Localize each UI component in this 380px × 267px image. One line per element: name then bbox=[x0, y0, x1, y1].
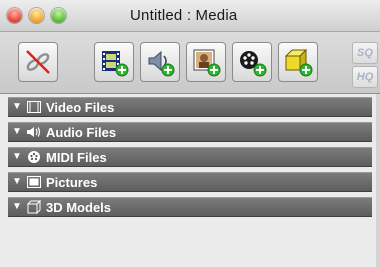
group-label: 3D Models bbox=[46, 199, 112, 215]
group-pictures[interactable]: ▼ Pictures bbox=[8, 172, 372, 192]
group-audio-files[interactable]: ▼ Audio Files bbox=[8, 122, 372, 142]
group-label: MIDI Files bbox=[46, 149, 107, 165]
quality-toggle: SQ HQ bbox=[352, 40, 380, 88]
hq-button[interactable]: HQ bbox=[352, 66, 378, 88]
add-picture-button[interactable] bbox=[186, 42, 226, 82]
group-midi-files[interactable]: ▼ MIDI Files bbox=[8, 147, 372, 167]
disclosure-triangle-icon[interactable]: ▼ bbox=[12, 152, 22, 162]
broken-link-icon bbox=[23, 47, 53, 77]
group-label: Video Files bbox=[46, 99, 115, 115]
remove-media-button[interactable] bbox=[18, 42, 58, 82]
close-button[interactable] bbox=[7, 8, 22, 23]
zoom-button[interactable] bbox=[51, 8, 66, 23]
add-midi-button[interactable] bbox=[232, 42, 272, 82]
speaker-add-icon bbox=[144, 46, 176, 78]
group-label: Pictures bbox=[46, 174, 98, 190]
media-list: ▼ Video Files ▼ Audio Files ▼ MIDI Files… bbox=[0, 94, 376, 267]
scrollbar[interactable] bbox=[376, 94, 380, 267]
add-audio-button[interactable] bbox=[140, 42, 180, 82]
cube-add-icon bbox=[282, 46, 314, 78]
midi-icon bbox=[26, 150, 42, 164]
group-3d-models[interactable]: ▼ 3D Models bbox=[8, 197, 372, 217]
picture-add-icon bbox=[190, 46, 222, 78]
toolbar: SQ HQ bbox=[0, 32, 380, 94]
title-bar[interactable]: Untitled : Media bbox=[0, 0, 380, 32]
group-video-files[interactable]: ▼ Video Files bbox=[8, 97, 372, 117]
disclosure-triangle-icon[interactable]: ▼ bbox=[12, 102, 22, 112]
cube-icon bbox=[26, 200, 42, 214]
disclosure-triangle-icon[interactable]: ▼ bbox=[12, 202, 22, 212]
add-3d-model-button[interactable] bbox=[278, 42, 318, 82]
sq-button[interactable]: SQ bbox=[352, 42, 378, 64]
add-video-button[interactable] bbox=[94, 42, 134, 82]
window-title: Untitled : Media bbox=[130, 7, 238, 24]
disclosure-triangle-icon[interactable]: ▼ bbox=[12, 127, 22, 137]
minimize-button[interactable] bbox=[29, 8, 44, 23]
media-window: Untitled : Media SQ HQ ▼ Video Files ▼ A… bbox=[0, 0, 380, 267]
speaker-icon bbox=[26, 125, 42, 139]
disclosure-triangle-icon[interactable]: ▼ bbox=[12, 177, 22, 187]
picture-icon bbox=[26, 175, 42, 189]
film-icon bbox=[26, 100, 42, 114]
film-add-icon bbox=[98, 46, 130, 78]
midi-add-icon bbox=[236, 46, 268, 78]
group-label: Audio Files bbox=[46, 124, 117, 140]
